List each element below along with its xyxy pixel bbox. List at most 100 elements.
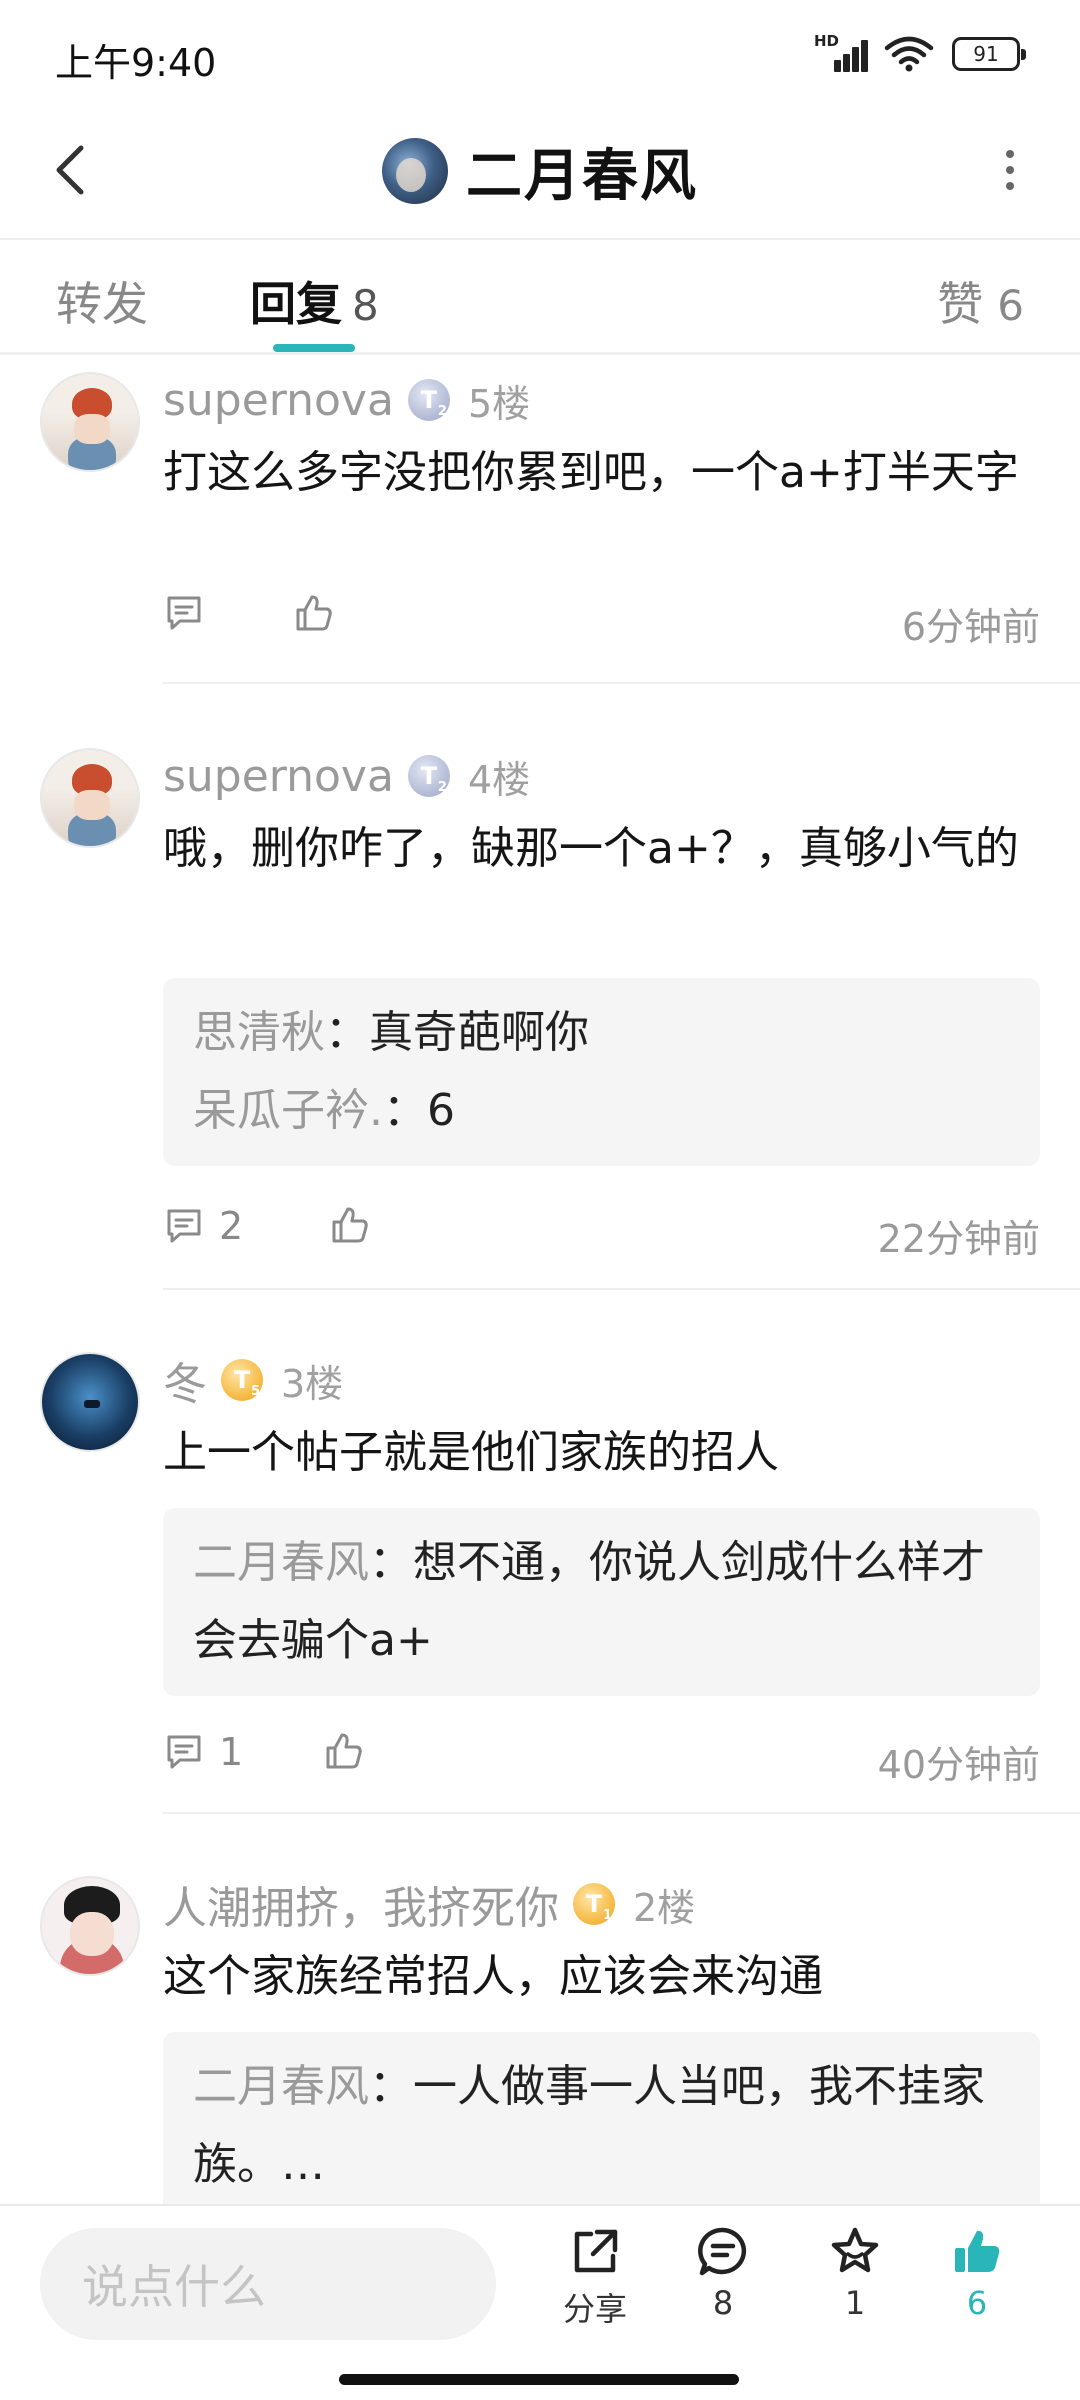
favorite-button[interactable]: 1: [800, 2224, 910, 2322]
floor-number: 2楼: [633, 1885, 696, 1930]
tab-bar: 转发 回复 8 赞6: [0, 240, 1080, 355]
reply-author[interactable]: 呆瓜子衿.: [193, 1085, 383, 1136]
comment-author[interactable]: 冬: [163, 1348, 207, 1412]
reply-preview-line: 思清秋：真奇葩啊你: [193, 994, 1010, 1072]
home-indicator[interactable]: [339, 2374, 739, 2385]
comment-author[interactable]: supernova: [163, 751, 394, 802]
more-options-button[interactable]: [980, 140, 1040, 200]
battery-icon: 91: [952, 37, 1026, 71]
share-button[interactable]: 分享: [540, 2224, 650, 2330]
comment-text: 哦，删你咋了，缺那一个a+？，真够小气的: [163, 823, 1019, 874]
like-button[interactable]: [329, 1204, 371, 1246]
reply-button[interactable]: 2: [163, 1204, 243, 1248]
reply-count: 2: [219, 1204, 244, 1248]
comment-item: 冬 T5 3楼 上一个帖子就是他们家族的招人 二月春风：想不通，你说人剑成什么样…: [0, 1352, 1080, 1812]
tab-repost-label: 转发: [56, 277, 148, 331]
comment-text: 上一个帖子就是他们家族的招人: [163, 1427, 779, 1478]
thumbs-up-icon: [326, 1733, 362, 1769]
wifi-icon: [884, 36, 934, 72]
comment-actions: 1 40分钟前: [163, 1730, 1040, 1790]
comment-input[interactable]: 说点什么: [40, 2228, 496, 2340]
avatar[interactable]: [40, 372, 140, 472]
like-count: 6: [966, 2284, 988, 2322]
bottom-action-bar: 说点什么 分享 8 1 6: [0, 2204, 1080, 2400]
comment-item: supernova T2 4楼 哦，删你咋了，缺那一个a+？，真够小气的 思清秋…: [0, 748, 1080, 1288]
tab-like-label: 赞: [937, 277, 984, 331]
status-icons: HD 91: [814, 32, 1026, 74]
network-type-label: HD: [814, 32, 840, 50]
divider: [163, 682, 1080, 684]
comment-header: supernova T2 4楼: [163, 748, 530, 804]
tab-like[interactable]: 赞6: [937, 268, 1024, 334]
reply-button[interactable]: 1: [163, 1730, 243, 1774]
tab-reply-count: 8: [352, 281, 379, 330]
reply-button[interactable]: [163, 592, 205, 634]
thumbs-up-filled-icon: [955, 2230, 1000, 2272]
more-dot-icon: [1006, 166, 1014, 174]
level-badge-icon: T2: [407, 755, 450, 797]
comment-actions: 6分钟前: [163, 592, 1040, 652]
status-bar: 上午9:40 HD 91: [0, 0, 1080, 110]
favorite-count: 1: [844, 2284, 866, 2322]
reply-preview[interactable]: 二月春风：一人做事一人当吧，我不挂家族。…: [163, 2032, 1040, 2204]
tab-reply[interactable]: 回复 8: [250, 268, 379, 334]
battery-level: 91: [973, 42, 999, 66]
active-tab-indicator: [273, 344, 355, 352]
header-user[interactable]: 二月春风: [0, 126, 1080, 216]
share-icon: [574, 2229, 618, 2273]
avatar[interactable]: [40, 748, 140, 848]
comment-time: 40分钟前: [877, 1743, 1040, 1787]
reply-text: ：真奇葩啊你: [325, 1007, 589, 1058]
thumbs-up-icon: [332, 1207, 368, 1243]
floor-number: 5楼: [467, 381, 531, 426]
tab-reply-label: 回复: [250, 277, 342, 331]
star-icon: [831, 2227, 879, 2273]
comment-author[interactable]: supernova: [163, 375, 394, 426]
comment-header: 冬 T5 3楼: [163, 1352, 344, 1410]
reply-author[interactable]: 二月春风: [193, 2061, 369, 2112]
floor-number: 4楼: [467, 757, 531, 802]
comment-text: 这个家族经常招人，应该会来沟通: [163, 1951, 823, 2002]
level-badge-icon: T1: [573, 1883, 615, 1925]
comment-time: 6分钟前: [901, 605, 1040, 649]
reply-preview-line: 呆瓜子衿.：6: [193, 1072, 1010, 1150]
header: 二月春风: [0, 110, 1080, 240]
reply-preview[interactable]: 思清秋：真奇葩啊你 呆瓜子衿.：6: [163, 978, 1040, 1166]
comment-item: 人潮拥挤，我挤死你 T1 2楼 这个家族经常招人，应该会来沟通 二月春风：一人做…: [0, 1876, 1080, 2204]
comment-icon: [167, 596, 201, 630]
page-title: 二月春风: [466, 143, 698, 209]
comment-header: supernova T2 5楼: [163, 372, 530, 428]
level-badge-icon: T2: [407, 379, 450, 421]
tab-like-count: 6: [997, 281, 1024, 330]
comment-time: 22分钟前: [877, 1217, 1040, 1261]
floor-number: 3楼: [281, 1361, 344, 1406]
level-badge-icon: T5: [221, 1359, 263, 1401]
like-post-button[interactable]: 6: [922, 2224, 1032, 2322]
like-button[interactable]: [323, 1730, 365, 1772]
tab-repost[interactable]: 转发: [56, 268, 148, 334]
status-time: 上午9:40: [55, 41, 217, 85]
comment-icon: [167, 1209, 201, 1243]
avatar[interactable]: [382, 138, 448, 204]
like-button[interactable]: [293, 592, 335, 634]
thumbs-up-icon: [296, 595, 332, 631]
comment-bubble-icon: [698, 2227, 747, 2276]
share-label: 分享: [562, 2290, 627, 2328]
reply-author[interactable]: 二月春风: [193, 1537, 369, 1588]
avatar[interactable]: [40, 1352, 140, 1452]
reply-preview-line: 二月春风：想不通，你说人剑成什么样才会去骗个a+: [193, 1524, 1010, 1680]
cellular-signal-icon: HD: [814, 32, 868, 74]
reply-preview[interactable]: 二月春风：想不通，你说人剑成什么样才会去骗个a+: [163, 1508, 1040, 1696]
divider: [163, 1288, 1080, 1290]
comment-author[interactable]: 人潮拥挤，我挤死你: [163, 1876, 559, 1936]
avatar[interactable]: [40, 1876, 140, 1976]
reply-text: ：6: [383, 1085, 455, 1136]
comments-button[interactable]: 8: [668, 2224, 778, 2322]
reply-preview-line: 二月春风：一人做事一人当吧，我不挂家族。…: [193, 2048, 1010, 2204]
reply-count: 1: [219, 1730, 244, 1774]
comment-text: 打这么多字没把你累到吧，一个a+打半天字: [163, 447, 1019, 498]
reply-author[interactable]: 思清秋: [193, 1007, 325, 1058]
more-dot-icon: [1006, 182, 1014, 190]
comment-actions: 2 22分钟前: [163, 1204, 1040, 1264]
comment-header: 人潮拥挤，我挤死你 T1 2楼: [163, 1876, 696, 1934]
